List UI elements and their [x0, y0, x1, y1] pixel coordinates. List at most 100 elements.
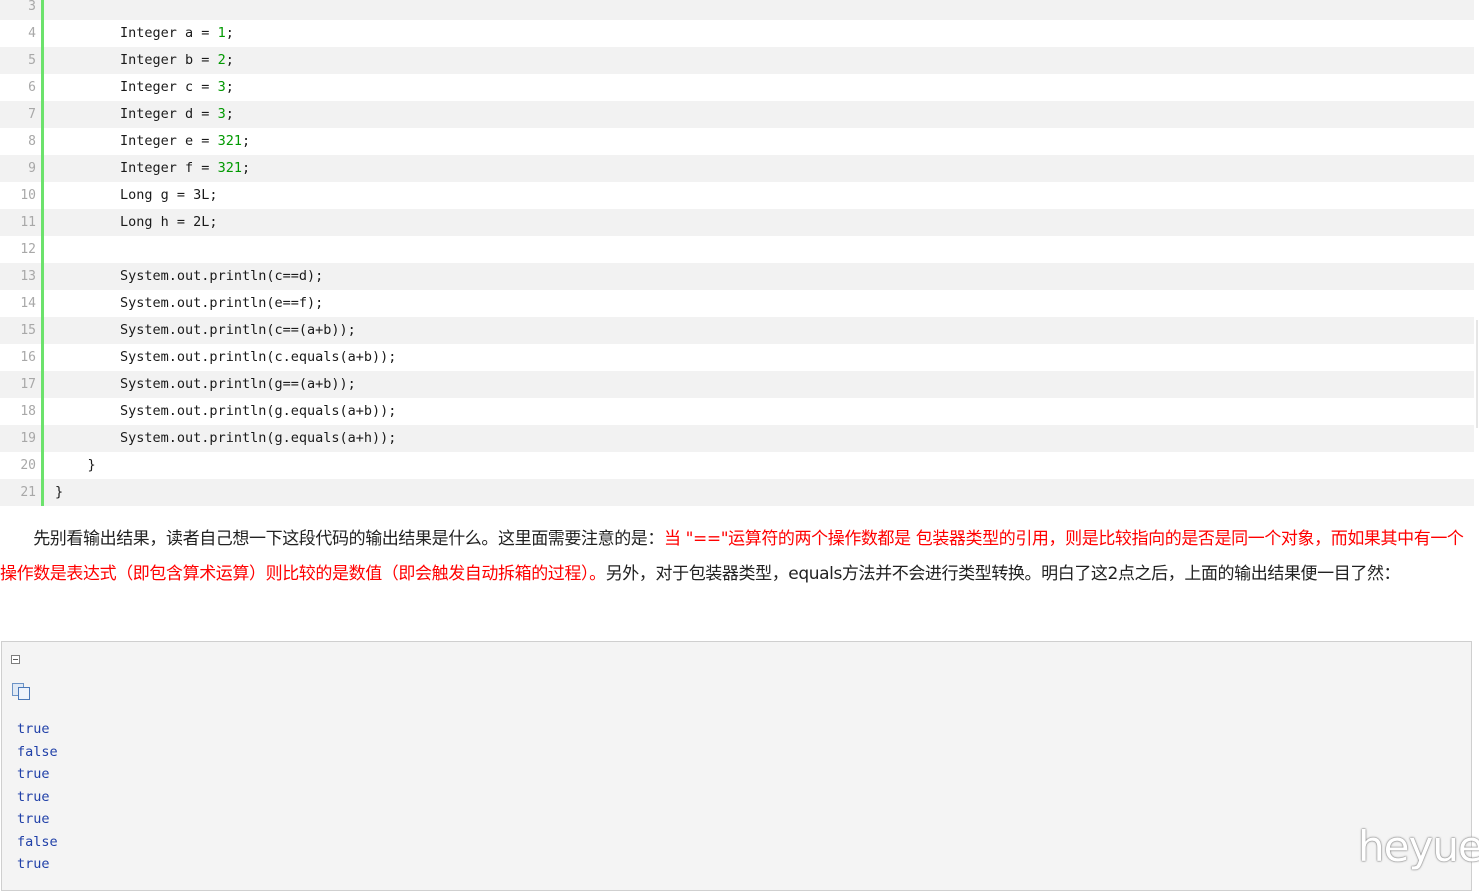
output-line: true: [17, 766, 50, 782]
copy-icon[interactable]: [12, 683, 32, 700]
code-token: Integer d =: [120, 106, 218, 122]
code-line: 12: [0, 236, 1474, 263]
code-line: 5 Integer b = 2;: [0, 47, 1474, 74]
code-number-literal: 321: [217, 160, 242, 176]
code-text: Integer a = 1;: [44, 20, 234, 47]
code-token-tail: ;: [225, 52, 234, 68]
code-text: }: [44, 479, 63, 506]
output-line: true: [17, 811, 50, 827]
line-number: 11: [20, 215, 36, 230]
code-number-literal: 321: [217, 133, 242, 149]
copy-icon-front-page: [18, 687, 30, 700]
line-number: 17: [20, 377, 36, 392]
code-line: 9 Integer f = 321;: [0, 155, 1474, 182]
code-line: 20 }: [0, 452, 1474, 479]
code-number-literal: 3: [217, 79, 226, 95]
code-line: 8 Integer e = 321;: [0, 128, 1474, 155]
code-line: 7 Integer d = 3;: [0, 101, 1474, 128]
line-number: 12: [20, 242, 36, 257]
code-token: Integer b =: [120, 52, 218, 68]
code-token: Long g = 3L;: [120, 187, 218, 203]
code-token-tail: ;: [225, 25, 234, 41]
paragraph-rest: 另外，对于包装器类型，equals方法并不会进行类型转换。明白了这2点之后，上面…: [605, 564, 1401, 584]
output-lines: true false true true true false true: [17, 718, 58, 876]
code-token: Integer a =: [120, 25, 218, 41]
code-text: Long h = 2L;: [44, 209, 218, 236]
output-line: true: [17, 856, 50, 872]
code-token-tail: ;: [225, 106, 234, 122]
code-token: Integer e =: [120, 133, 218, 149]
collapse-icon[interactable]: [11, 655, 20, 664]
line-number: 14: [20, 296, 36, 311]
line-number: 4: [28, 26, 36, 41]
code-line: 14 System.out.println(e==f);: [0, 290, 1474, 317]
code-block: 34 Integer a = 1; 5 Integer b = 2; 6 Integ…: [0, 0, 1474, 506]
paragraph-intro: 先别看输出结果，读者自己想一下这段代码的输出结果是什么。这里面需要注意的是：: [0, 529, 664, 549]
line-number: 18: [20, 404, 36, 419]
output-line: true: [17, 721, 50, 737]
code-line: 10 Long g = 3L;: [0, 182, 1474, 209]
code-text: Integer e = 321;: [44, 128, 250, 155]
code-text: }: [44, 452, 96, 479]
code-line: 16 System.out.println(c.equals(a+b));: [0, 344, 1474, 371]
line-number: 13: [20, 269, 36, 284]
code-line: 21}: [0, 479, 1474, 506]
code-token: System.out.println(c.equals(a+b));: [120, 349, 397, 365]
line-number: 8: [28, 134, 36, 149]
line-number: 16: [20, 350, 36, 365]
code-text: Long g = 3L;: [44, 182, 218, 209]
code-token: System.out.println(g.equals(a+h));: [120, 430, 397, 446]
line-number: 15: [20, 323, 36, 338]
line-number: 5: [28, 53, 36, 68]
code-text: Integer b = 2;: [44, 47, 234, 74]
output-line: false: [17, 743, 58, 760]
code-text: Integer c = 3;: [44, 74, 234, 101]
code-text: System.out.println(e==f);: [44, 290, 323, 317]
code-token: System.out.println(c==(a+b));: [120, 322, 356, 338]
code-token: Long h = 2L;: [120, 214, 218, 230]
output-block: true false true true true false true: [1, 641, 1472, 891]
line-number: 6: [28, 80, 36, 95]
code-token: Integer c =: [120, 79, 218, 95]
explanation-paragraph: 先别看输出结果，读者自己想一下这段代码的输出结果是什么。这里面需要注意的是：当 …: [0, 522, 1474, 592]
code-line: 18 System.out.println(g.equals(a+b));: [0, 398, 1474, 425]
code-token: Integer f =: [120, 160, 218, 176]
code-text: System.out.println(c==(a+b));: [44, 317, 356, 344]
line-number: 3: [28, 0, 36, 14]
code-line: 11 Long h = 2L;: [0, 209, 1474, 236]
code-text: System.out.println(c.equals(a+b));: [44, 344, 396, 371]
scroll-indicator[interactable]: [1476, 320, 1478, 428]
code-token: System.out.println(g==(a+b));: [120, 376, 356, 392]
code-token: System.out.println(e==f);: [120, 295, 324, 311]
output-line: false: [17, 833, 58, 850]
code-text: Integer d = 3;: [44, 101, 234, 128]
code-line: 13 System.out.println(c==d);: [0, 263, 1474, 290]
code-token: System.out.println(g.equals(a+b));: [120, 403, 397, 419]
code-text: System.out.println(g.equals(a+h));: [44, 425, 396, 452]
code-token: System.out.println(c==d);: [120, 268, 324, 284]
code-line: 6 Integer c = 3;: [0, 74, 1474, 101]
code-text: Integer f = 321;: [44, 155, 250, 182]
line-number: 19: [20, 431, 36, 446]
line-number: 10: [20, 188, 36, 203]
code-line: 3: [0, 0, 1474, 20]
code-number-literal: 3: [217, 106, 226, 122]
code-token: }: [87, 457, 96, 473]
code-text: System.out.println(c==d);: [44, 263, 323, 290]
code-token-tail: ;: [225, 79, 234, 95]
code-line: 15 System.out.println(c==(a+b));: [0, 317, 1474, 344]
